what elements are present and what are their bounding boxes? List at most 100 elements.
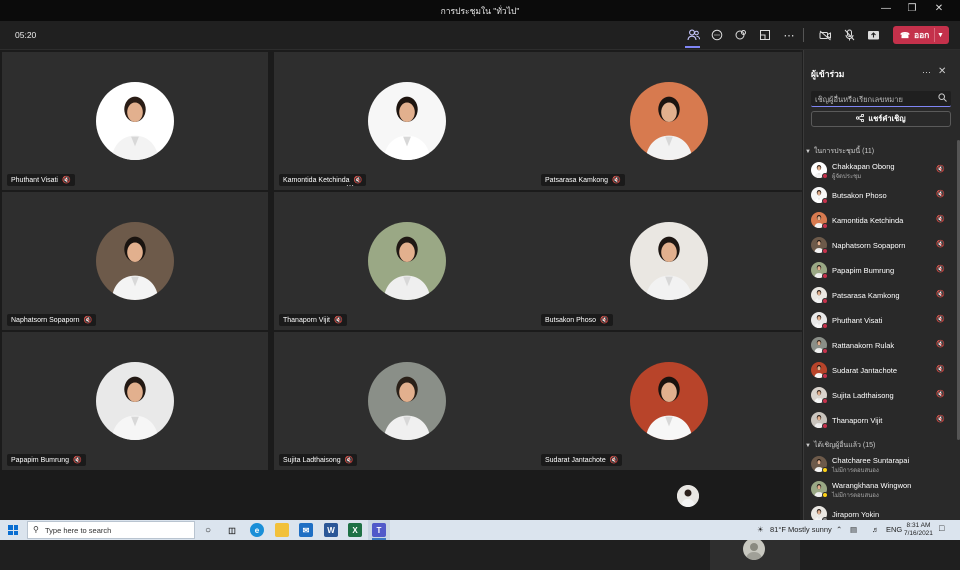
tile-more-icon[interactable]: ⋯ — [346, 181, 354, 190]
participant-nameplate: Butsakon Phoso 🔇 — [541, 314, 613, 326]
teams-icon[interactable]: T — [372, 523, 386, 537]
presence-status-icon — [822, 223, 828, 229]
participant-name: Butsakon Phoso — [545, 316, 596, 324]
restore-icon[interactable]: ❐ — [902, 3, 922, 14]
invite-search-input[interactable]: เชิญผู้อื่นหรือเรียกเลขหมาย — [811, 91, 951, 107]
participant-list-item[interactable]: Warangkhana Wingwon ไม่มีการตอบสนอง — [811, 479, 951, 499]
windows-start-icon[interactable] — [8, 525, 18, 535]
participant-video-tile[interactable]: Phuthant Visati 🔇 — [2, 52, 268, 190]
mic-off-icon: 🔇 — [83, 317, 93, 324]
presence-status-icon — [822, 323, 828, 329]
participant-avatar — [630, 362, 708, 440]
in-meeting-section-header[interactable]: ▼ ในการประชุมนี้ (11) — [805, 146, 874, 157]
weather-text[interactable]: 81°F Mostly sunny — [770, 525, 832, 534]
leave-button-label: ออก — [913, 30, 930, 40]
participant-name: Rattanakorn Rulak — [832, 341, 895, 350]
tray-chevron-icon[interactable]: ⌃ — [836, 525, 842, 534]
participant-video-tile[interactable]: Butsakon Phoso 🔇 — [536, 192, 802, 330]
excel-icon[interactable]: X — [348, 523, 362, 537]
clock-time: 8:31 AM — [906, 522, 931, 529]
participant-list-item[interactable]: Sudarat Jantachote 🔇 — [811, 360, 951, 380]
participant-name: Thanaporn Vijit — [832, 416, 883, 425]
participant-list-item[interactable]: Chakkapan Obong ผู้จัดประชุม 🔇 — [811, 160, 951, 180]
minimize-icon[interactable]: — — [876, 3, 896, 14]
participant-thumbnail — [743, 538, 765, 560]
taskbar-clock[interactable]: 8:31 AM 7/16/2021 — [904, 522, 933, 538]
participant-list-item[interactable]: Butsakon Phoso 🔇 — [811, 185, 951, 205]
chat-icon[interactable] — [709, 27, 725, 43]
participant-name: Butsakon Phoso — [832, 191, 887, 200]
taskbar-search-input[interactable]: ⚲ Type here to search — [27, 521, 195, 539]
camera-off-icon[interactable] — [817, 27, 833, 43]
cortana-icon[interactable]: ○ — [201, 523, 215, 537]
more-icon[interactable]: ⋯ — [781, 27, 797, 43]
participant-name: Kamontida Ketchinda — [832, 216, 904, 225]
word-icon[interactable]: W — [324, 523, 338, 537]
network-icon[interactable]: ▤ — [850, 525, 857, 534]
participant-name: Warangkhana Wingwon — [832, 481, 912, 490]
window-titlebar: การประชุมใน "ทั่วไป" — ❐ ✕ — [0, 0, 960, 21]
participant-video-tile[interactable]: Patsarasa Kamkong 🔇 — [536, 52, 802, 190]
share-link-icon — [856, 113, 865, 124]
in-meeting-count: ในการประชุมนี้ (11) — [813, 148, 875, 155]
taskbar-search-placeholder: Type here to search — [45, 526, 112, 535]
participant-list-item[interactable]: Phuthant Visati 🔇 — [811, 310, 951, 330]
participant-video-tile[interactable]: Naphatsorn Sopaporn 🔇 — [2, 192, 268, 330]
participant-list-item[interactable]: Kamontida Ketchinda 🔇 — [811, 210, 951, 230]
people-icon[interactable] — [685, 27, 701, 43]
volume-icon[interactable]: ♬ — [872, 525, 880, 534]
participant-name: Chatcharee Suntarapai — [832, 456, 910, 465]
participant-list-item[interactable]: Papapim Bumrung 🔇 — [811, 260, 951, 280]
participant-list-item[interactable]: Jiraporn Yokin — [811, 504, 951, 520]
rooms-icon[interactable] — [757, 27, 773, 43]
mic-off-icon: 🔇 — [61, 177, 71, 184]
participant-video-tile[interactable]: Kamontida Ketchinda 🔇 — [274, 52, 540, 190]
task-view-icon[interactable]: ◫ — [225, 523, 239, 537]
mic-off-icon: 🔇 — [936, 191, 945, 198]
participant-name: Phuthant Visati — [832, 316, 883, 325]
language-indicator[interactable]: ENG — [886, 525, 902, 534]
mic-off-icon: 🔇 — [936, 391, 945, 398]
participant-list-item[interactable]: Chatcharee Suntarapai ไม่มีการตอบสนอง — [811, 454, 951, 474]
self-view-thumbnail[interactable] — [677, 485, 699, 507]
participant-nameplate: Patsarasa Kamkong 🔇 — [541, 174, 625, 186]
participant-video-tile[interactable]: Sudarat Jantachote 🔇 — [536, 332, 802, 470]
participant-list-item[interactable]: Patsarasa Kamkong 🔇 — [811, 285, 951, 305]
collapse-arrow-icon: ▼ — [805, 443, 811, 449]
participant-video-tile[interactable]: Sujita Ladthaisong 🔇 — [274, 332, 540, 470]
weather-icon[interactable]: ☀ — [757, 525, 764, 534]
invited-section-header[interactable]: ▼ ได้เชิญผู้อื่นแล้ว (15) — [805, 440, 875, 451]
participant-avatar — [630, 222, 708, 300]
panel-close-icon[interactable]: ✕ — [938, 66, 946, 77]
presence-status-icon — [822, 198, 828, 204]
close-icon[interactable]: ✕ — [929, 3, 949, 14]
window-title: การประชุมใน "ทั่วไป" — [440, 6, 520, 16]
participant-avatar — [368, 222, 446, 300]
participant-video-tile[interactable]: Papapim Bumrung 🔇 — [2, 332, 268, 470]
chevron-down-icon[interactable]: ▼ — [934, 28, 946, 42]
meeting-toolbar: 05:20 ⋯ ☎ ออก ▼ — [0, 21, 960, 50]
file-explorer-icon[interactable] — [275, 523, 289, 537]
edge-icon[interactable]: e — [250, 523, 264, 537]
participant-video-tile[interactable]: Thanaporn Vijit 🔇 — [274, 192, 540, 330]
mic-off-icon: 🔇 — [936, 241, 945, 248]
participants-panel: ผู้เข้าร่วม ⋯ ✕ เชิญผู้อื่นหรือเรียกเลขห… — [803, 50, 960, 520]
reactions-icon[interactable] — [733, 27, 749, 43]
collapse-arrow-icon: ▼ — [805, 149, 811, 155]
participant-list-item[interactable]: Naphatsorn Sopaporn 🔇 — [811, 235, 951, 255]
share-icon[interactable] — [865, 27, 881, 43]
participant-list-item[interactable]: Rattanakorn Rulak 🔇 — [811, 335, 951, 355]
share-invite-button[interactable]: แชร์คำเชิญ — [811, 111, 951, 127]
mic-off-icon: 🔇 — [612, 177, 621, 184]
mic-off-icon[interactable] — [841, 27, 857, 43]
mic-off-icon: 🔇 — [333, 317, 343, 324]
mail-icon[interactable]: ✉ — [299, 523, 313, 537]
leave-button[interactable]: ☎ ออก ▼ — [893, 26, 949, 44]
participant-list-item[interactable]: Thanaporn Vijit 🔇 — [811, 410, 951, 430]
participant-list-item[interactable]: Sujita Ladthaisong 🔇 — [811, 385, 951, 405]
presence-status-icon — [822, 423, 828, 429]
mic-off-icon: 🔇 — [72, 457, 82, 464]
participant-avatar — [96, 222, 174, 300]
notifications-icon[interactable]: □ — [939, 523, 944, 533]
panel-more-icon[interactable]: ⋯ — [922, 67, 931, 78]
